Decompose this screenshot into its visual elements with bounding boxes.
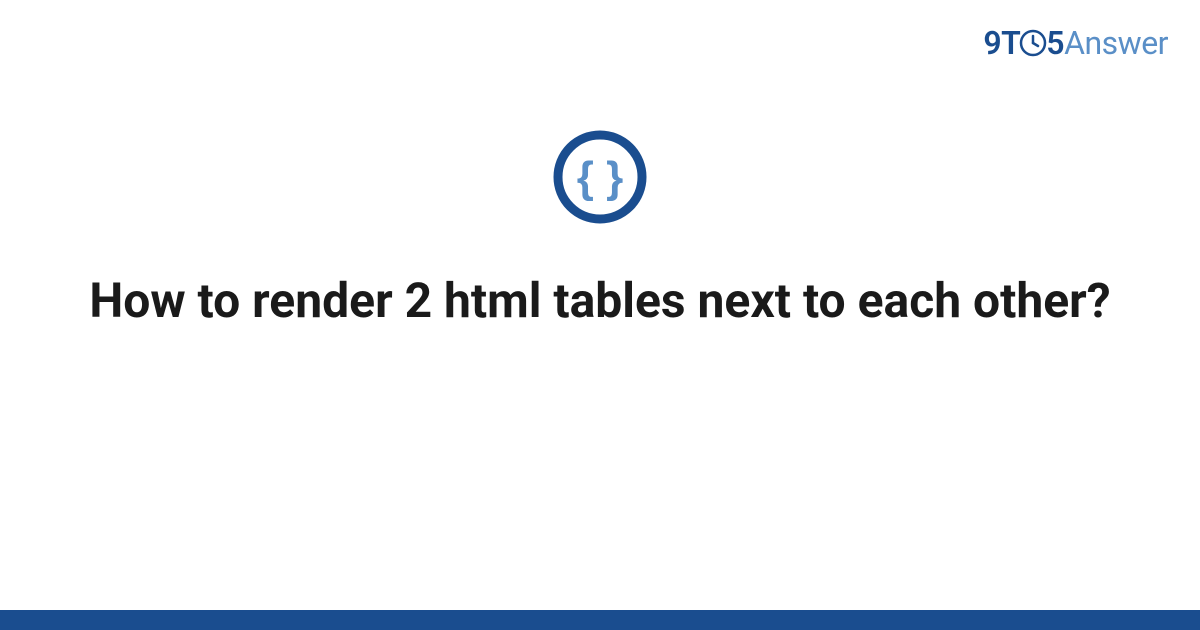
question-title: How to render 2 html tables next to each… (60, 270, 1140, 332)
brand-middle: 5 (1046, 24, 1064, 62)
brand-suffix: Answer (1064, 24, 1168, 62)
svg-text:{ }: { } (577, 153, 623, 202)
clock-icon (1019, 29, 1047, 57)
css-braces-icon: { } (553, 130, 647, 224)
brand-prefix: 9T (983, 24, 1020, 62)
footer-bar (0, 610, 1200, 630)
brand-logo: 9T 5Answer (983, 24, 1168, 62)
